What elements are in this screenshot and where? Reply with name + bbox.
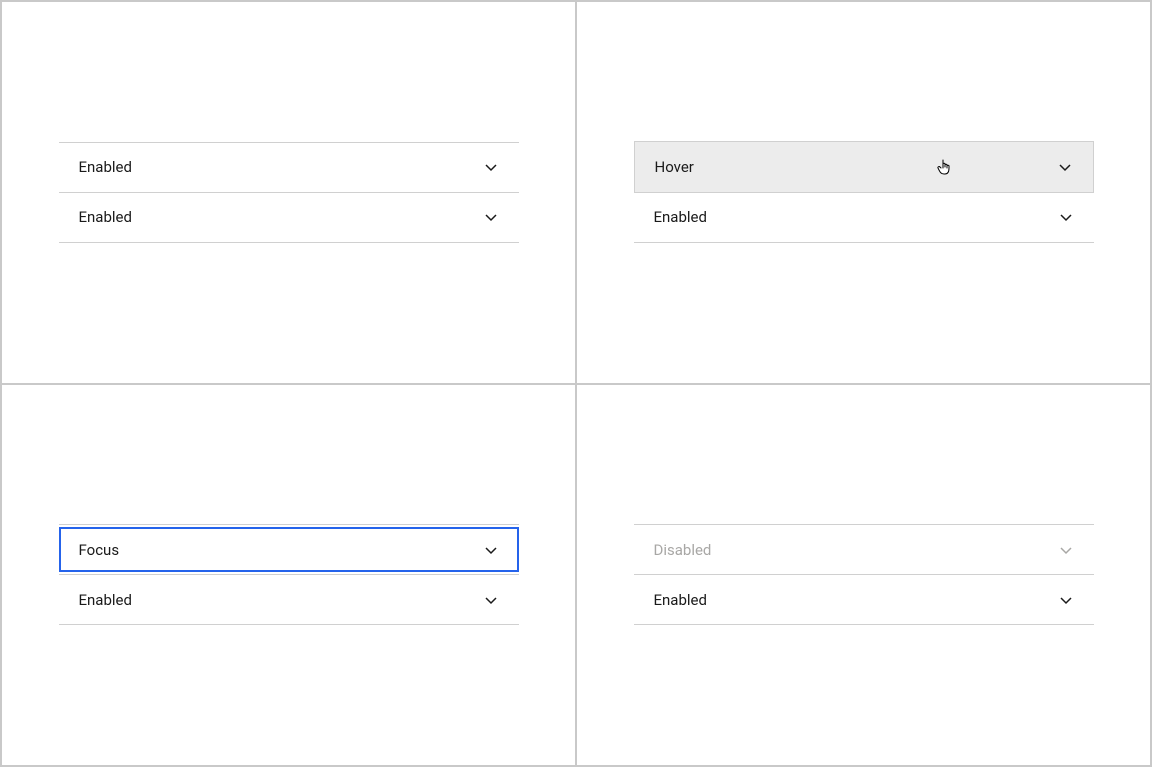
chevron-down-icon (483, 592, 499, 608)
panel-disabled: Disabled Enabled (576, 384, 1151, 767)
accordion: Focus Enabled (59, 524, 519, 625)
row-label: Focus (79, 541, 483, 559)
row-label: Enabled (79, 208, 483, 226)
row-label: Enabled (654, 208, 1058, 226)
chevron-down-icon (483, 209, 499, 225)
accordion-row-enabled-2[interactable]: Enabled (59, 193, 519, 243)
accordion: Hover Enabled (634, 142, 1094, 243)
row-label: Hover (655, 158, 1057, 176)
accordion-row-enabled[interactable]: Enabled (634, 193, 1094, 243)
accordion-row-disabled: Disabled (634, 525, 1094, 575)
accordion: Disabled Enabled (634, 524, 1094, 625)
accordion-row-enabled-1[interactable]: Enabled (59, 143, 519, 193)
chevron-down-icon (1058, 592, 1074, 608)
accordion-row-hover[interactable]: Hover (634, 141, 1094, 193)
state-grid: Enabled Enabled Hover (0, 0, 1152, 767)
chevron-down-icon (1058, 542, 1074, 558)
row-label: Enabled (79, 158, 483, 176)
chevron-down-icon (1057, 159, 1073, 175)
accordion: Enabled Enabled (59, 142, 519, 243)
row-label: Enabled (654, 591, 1058, 609)
accordion-row-enabled[interactable]: Enabled (59, 575, 519, 625)
panel-hover: Hover Enabled (576, 1, 1151, 384)
accordion-row-enabled[interactable]: Enabled (634, 575, 1094, 625)
row-label: Disabled (654, 541, 1058, 559)
panel-focus: Focus Enabled (1, 384, 576, 767)
accordion-row-focus[interactable]: Focus (59, 525, 519, 575)
chevron-down-icon (483, 542, 499, 558)
panel-enabled: Enabled Enabled (1, 1, 576, 384)
row-label: Enabled (79, 591, 483, 609)
chevron-down-icon (1058, 209, 1074, 225)
chevron-down-icon (483, 159, 499, 175)
